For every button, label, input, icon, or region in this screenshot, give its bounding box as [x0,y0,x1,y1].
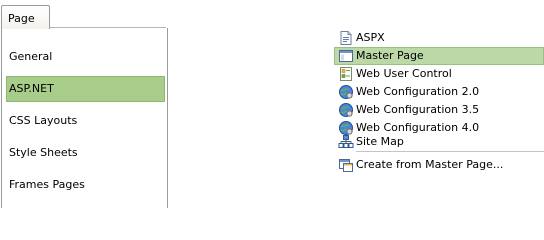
category-item-style-sheets[interactable]: Style Sheets [6,140,165,166]
menu-item-label: Web Configuration 2.0 [356,85,480,98]
category-item-frames-pages[interactable]: Frames Pages [6,172,165,198]
sitemap-icon [338,135,354,148]
menu-item-web-config-35[interactable]: Web Configuration 3.5 [334,101,544,119]
category-item-css-layouts[interactable]: CSS Layouts [6,108,165,134]
category-label: ASP.NET [9,82,54,95]
new-page-menu: ASPX Master Page Web User Control Web Co… [334,29,544,179]
aspx-page-icon [340,31,352,45]
menu-item-label: Site Map [356,135,404,148]
menu-item-label: Master Page [356,49,424,62]
menu-item-web-config-20[interactable]: Web Configuration 2.0 [334,83,544,101]
master-page-icon [339,50,353,62]
tab-page[interactable]: Page [1,5,50,29]
menu-item-create-from-master[interactable]: Create from Master Page... [334,156,544,174]
user-control-icon [340,67,352,81]
menu-item-label: ASPX [356,31,385,44]
web-config-icon [339,85,353,99]
menu-item-label: Web Configuration 3.5 [356,103,480,116]
category-label: Frames Pages [9,178,85,191]
menu-separator [356,151,544,152]
create-from-master-icon [339,159,353,172]
menu-item-label: Web User Control [356,67,452,80]
menu-item-web-user-control[interactable]: Web User Control [334,65,544,83]
category-label: Style Sheets [9,146,78,159]
menu-item-site-map[interactable]: Site Map [334,133,544,151]
category-item-general[interactable]: General [6,44,165,70]
menu-item-master-page[interactable]: Master Page [334,47,544,65]
category-list: General ASP.NET CSS Layouts Style Sheets… [6,44,165,204]
menu-item-label: Create from Master Page... [356,158,504,171]
category-label: General [9,50,53,63]
tab-page-label: Page [8,12,35,25]
page-category-panel: Page General ASP.NET CSS Layouts Style S… [0,0,168,208]
menu-item-aspx[interactable]: ASPX [334,29,544,47]
web-config-icon [339,103,353,117]
category-label: CSS Layouts [9,114,78,127]
category-item-aspnet[interactable]: ASP.NET [6,76,165,102]
